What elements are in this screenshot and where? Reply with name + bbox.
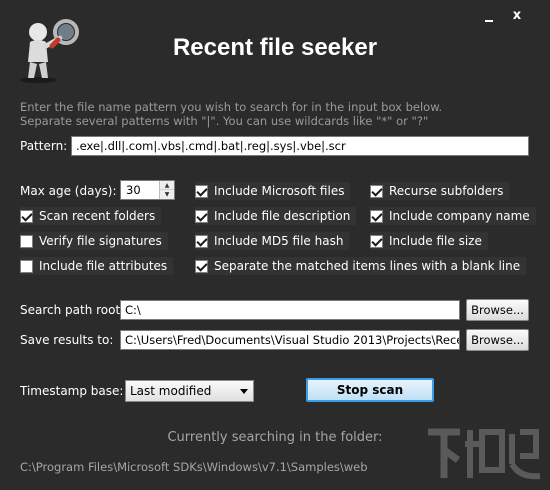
checkbox-label: Include file description — [214, 209, 351, 223]
checkbox-checked-icon — [20, 209, 33, 223]
minimize-button[interactable] — [478, 6, 500, 26]
search-path-browse-button[interactable]: Browse... — [466, 299, 529, 321]
save-results-browse-button[interactable]: Browse... — [466, 329, 529, 351]
max-age-stepper[interactable]: 30 ▲ ▼ — [120, 180, 175, 200]
app-window: Recent file seeker x Enter the file name… — [0, 0, 550, 490]
checkbox-label: Verify file signatures — [39, 234, 162, 248]
checkbox-checked-icon — [370, 209, 383, 223]
save-results-input[interactable]: C:\Users\Fred\Documents\Visual Studio 20… — [120, 330, 460, 350]
stepper-down-icon[interactable]: ▼ — [160, 190, 174, 199]
stepper-up-icon[interactable]: ▲ — [160, 181, 174, 190]
checkbox-label: Include file attributes — [39, 259, 168, 273]
checkbox-checked-icon — [195, 234, 208, 248]
chevron-down-icon — [240, 389, 248, 394]
current-folder-path: C:\Program Files\Microsoft SDKs\Windows\… — [20, 460, 368, 474]
save-results-label: Save results to: — [20, 333, 114, 347]
timestamp-select[interactable]: Last modified — [125, 380, 254, 402]
recurse-subfolders-checkbox[interactable]: Recurse subfolders — [370, 182, 510, 200]
pattern-label: Pattern: — [20, 139, 68, 153]
checkbox-checked-icon — [195, 209, 208, 223]
checkbox-checked-icon — [370, 234, 383, 248]
include-microsoft-files-checkbox[interactable]: Include Microsoft files — [195, 182, 351, 200]
instructions-text: Enter the file name pattern you wish to … — [20, 100, 443, 128]
verify-file-signatures-checkbox[interactable]: Verify file signatures — [20, 232, 168, 250]
search-path-input[interactable]: C:\ — [120, 300, 460, 320]
include-md5-file-hash-checkbox[interactable]: Include MD5 file hash — [195, 232, 350, 250]
app-title: Recent file seeker — [172, 34, 378, 61]
include-company-name-checkbox[interactable]: Include company name — [370, 207, 536, 225]
max-age-label: Max age (days): — [20, 184, 117, 198]
checkbox-label: Separate the matched items lines with a … — [214, 259, 521, 273]
timestamp-selected-value: Last modified — [130, 384, 212, 398]
max-age-value: 30 — [126, 183, 141, 197]
checkbox-unchecked-icon — [20, 259, 33, 273]
separate-matched-items-checkbox[interactable]: Separate the matched items lines with a … — [195, 257, 527, 275]
minimize-icon — [485, 20, 493, 22]
stepper-arrows: ▲ ▼ — [159, 181, 174, 199]
checkbox-unchecked-icon — [20, 234, 33, 248]
stop-scan-button[interactable]: Stop scan — [306, 378, 434, 402]
close-icon: x — [512, 8, 522, 23]
close-button[interactable]: x — [506, 6, 528, 26]
include-file-attributes-checkbox[interactable]: Include file attributes — [20, 257, 174, 275]
pattern-input[interactable]: .exe|.dll|.com|.vbs|.cmd|.bat|.reg|.sys|… — [71, 136, 529, 156]
scan-recent-folders-checkbox[interactable]: Scan recent folders — [20, 207, 162, 225]
checkbox-label: Include Microsoft files — [214, 184, 345, 198]
search-path-label: Search path root: — [20, 303, 125, 317]
checkbox-label: Recurse subfolders — [389, 184, 504, 198]
checkbox-label: Include MD5 file hash — [214, 234, 344, 248]
checkbox-label: Include file size — [389, 234, 482, 248]
include-file-size-checkbox[interactable]: Include file size — [370, 232, 488, 250]
checkbox-label: Include company name — [389, 209, 530, 223]
checkbox-checked-icon — [195, 184, 208, 198]
include-file-description-checkbox[interactable]: Include file description — [195, 207, 357, 225]
timestamp-label: Timestamp base: — [20, 384, 124, 398]
checkbox-label: Scan recent folders — [39, 209, 156, 223]
checkbox-checked-icon — [195, 259, 208, 273]
watermark-logo — [420, 420, 545, 485]
checkbox-checked-icon — [370, 184, 383, 198]
